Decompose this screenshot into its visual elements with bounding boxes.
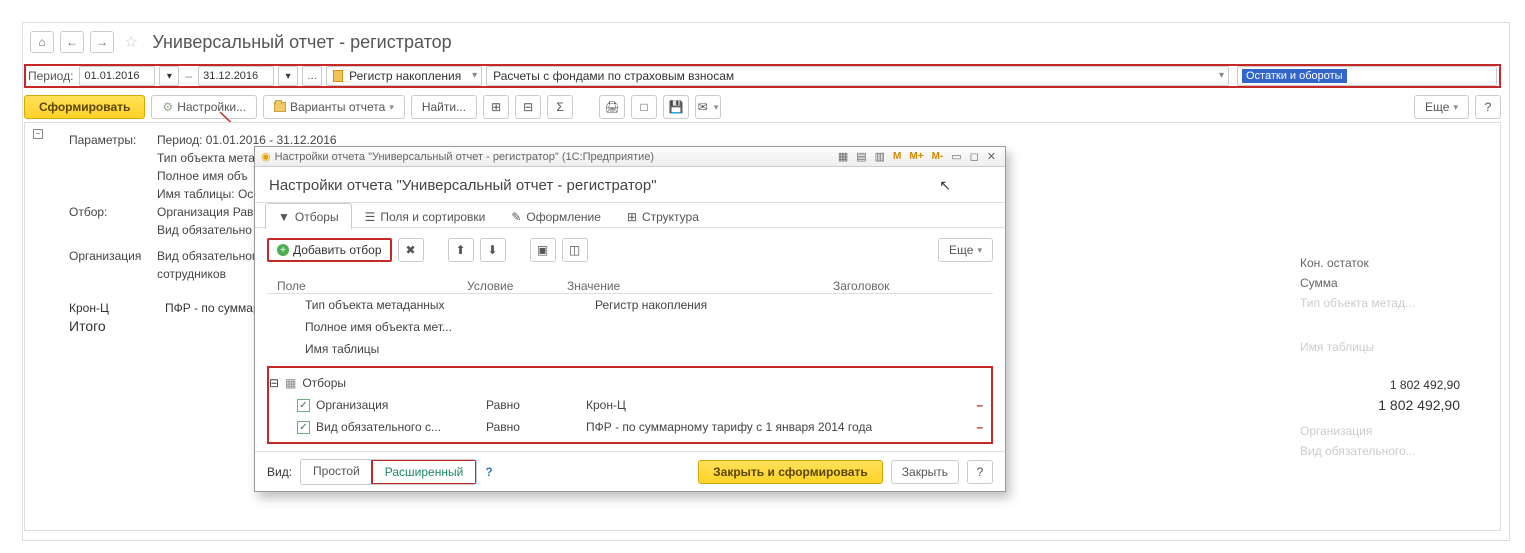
view-advanced-button[interactable]: Расширенный [371,459,478,485]
run-report-button[interactable]: Сформировать [24,95,145,119]
dialog-help-icon[interactable]: ? [967,460,993,484]
sum-icon[interactable]: Σ [547,95,573,119]
sys-calc-icon[interactable]: ▤ [853,150,869,163]
tab-format[interactable]: ✎Оформление [498,203,614,229]
register-icon [333,70,343,82]
checkbox-icon[interactable]: ✓ [297,421,310,434]
sys-grid-icon[interactable]: ▦ [835,150,851,163]
forward-icon[interactable]: → [90,31,114,53]
move-down-icon[interactable]: ⬇ [480,238,506,262]
checkbox-icon[interactable]: ✓ [297,399,310,412]
col-condition: Условие [467,279,567,293]
folder-icon [274,102,286,112]
tab-fields[interactable]: ☰Поля и сортировки [352,203,499,229]
settings-dialog: ◉ Настройки отчета "Универсальный отчет … [254,146,1006,492]
gear-icon: ⚙ [162,100,173,114]
filter-group-row[interactable]: ⊟▦Отборы [269,372,991,394]
sys-mplus-button[interactable]: M+ [906,151,926,162]
tab-filters[interactable]: ▼Отборы [265,203,352,229]
object-select[interactable]: Расчеты с фондами по страховым взносам▾ [486,66,1229,86]
maximize-icon[interactable]: ◻ [967,150,982,163]
col-field: Поле [267,279,467,293]
select-icon[interactable]: ◫ [562,238,588,262]
help-question-icon[interactable]: ? [485,465,492,479]
close-button[interactable]: Закрыть [891,460,959,484]
print-icon[interactable]: 🖨 [599,95,625,119]
view-simple-button[interactable]: Простой [301,460,372,484]
help-icon[interactable]: ? [1475,95,1501,119]
sys-cal-icon[interactable]: ▥ [872,150,888,163]
period-label: Период: [28,69,73,83]
filter-row[interactable]: Тип объекта метаданныхРегистр накопления [267,294,993,316]
date-to-input[interactable]: 31.12.2016 [198,66,274,86]
email-icon[interactable]: ✉▾ [695,95,721,119]
move-up-icon[interactable]: ⬆ [448,238,474,262]
page-title: Универсальный отчет - регистратор [152,32,451,53]
group-icon[interactable]: ▣ [530,238,556,262]
col-title: Заголовок [833,279,993,293]
filter-row[interactable]: ✓ Организация Равно Крон-Ц – [269,394,991,416]
period-ellipsis-button[interactable]: … [302,66,322,86]
funnel-icon: ▼ [278,210,290,224]
filters-group-highlight: ⊟▦Отборы ✓ Организация Равно Крон-Ц – ✓ … [267,366,993,444]
date-from-input[interactable]: 01.01.2016 [79,66,155,86]
delete-filter-button[interactable]: ✖ [398,238,424,262]
filter-row[interactable]: Имя таблицы [267,338,993,360]
filter-row[interactable]: ✓ Вид обязательного с... Равно ПФР - по … [269,416,991,438]
date-to-dropdown-icon[interactable]: ▾ [278,66,298,86]
dialog-window-title: Настройки отчета "Универсальный отчет - … [275,151,654,163]
find-button[interactable]: Найти... [411,95,477,119]
add-filter-button[interactable]: + Добавить отбор [267,238,392,262]
mode-select[interactable]: Остатки и обороты [1237,66,1497,86]
col-value: Значение [567,279,833,293]
dialog-heading: Настройки отчета "Универсальный отчет - … [269,177,657,194]
preview-icon[interactable]: □ [631,95,657,119]
view-label: Вид: [267,465,292,479]
filters-more-button[interactable]: Еще▾ [938,238,993,262]
cursor-icon: ↖ [939,177,951,194]
close-icon[interactable]: ✕ [984,150,999,163]
tree-icon: ⊞ [627,210,637,224]
save-icon[interactable]: 💾 [663,95,689,119]
minimize-icon[interactable]: ▭ [948,150,964,163]
favorite-star-icon[interactable]: ☆ [124,32,138,52]
more-button[interactable]: Еще▾ [1414,95,1469,119]
collapse-icon[interactable]: ⊟ [515,95,541,119]
filter-row[interactable]: Полное имя объекта мет... [267,316,993,338]
date-from-dropdown-icon[interactable]: ▾ [159,66,179,86]
back-icon[interactable]: ← [60,31,84,53]
period-row: Период: 01.01.2016 ▾ – 31.12.2016 ▾ … Ре… [24,64,1501,88]
settings-button[interactable]: ⚙Настройки... [151,95,257,119]
close-and-run-button[interactable]: Закрыть и сформировать [698,460,883,484]
home-icon[interactable]: ⌂ [30,31,54,53]
metadata-type-select[interactable]: Регистр накопления▾ [326,66,482,86]
remove-filter-icon[interactable]: – [976,420,983,434]
tab-structure[interactable]: ⊞Структура [614,203,712,229]
pencil-icon: ✎ [511,210,521,224]
remove-filter-icon[interactable]: – [976,398,983,412]
plus-icon: + [277,244,289,256]
variants-button[interactable]: Варианты отчета▾ [263,95,405,119]
collapse-toggle-icon[interactable]: − [33,129,43,139]
list-icon: ☰ [365,210,376,224]
sys-mminus-button[interactable]: M- [929,151,947,162]
expand-icon[interactable]: ⊞ [483,95,509,119]
right-summary-column: Кон. остаток Сумма Тип объекта метад... … [1300,253,1460,461]
sys-m-button[interactable]: M [890,151,904,162]
